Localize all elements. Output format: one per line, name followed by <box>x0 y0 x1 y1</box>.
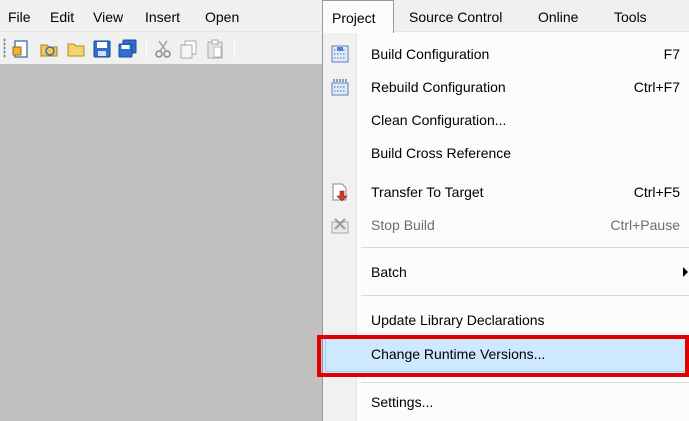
menu-item-label: Rebuild Configuration <box>371 79 506 95</box>
menu-item-label: Batch <box>371 264 407 280</box>
menu-item-change-runtime-versions[interactable]: Change Runtime Versions... <box>323 337 689 373</box>
menu-separator <box>361 295 689 296</box>
cut-icon[interactable] <box>153 39 173 59</box>
new-icon[interactable] <box>11 39 31 59</box>
menu-item-rebuild-configuration[interactable]: Rebuild Configuration Ctrl+F7 <box>323 71 689 104</box>
copy-icon[interactable] <box>179 39 199 59</box>
transfer-icon <box>332 183 348 201</box>
menu-edit[interactable]: Edit <box>50 0 74 32</box>
menu-file[interactable]: File <box>8 0 31 32</box>
menu-tools[interactable]: Tools <box>614 0 647 32</box>
menu-source-control[interactable]: Source Control <box>409 0 502 32</box>
open-folder-icon[interactable] <box>39 39 59 59</box>
paste-icon[interactable] <box>205 39 225 59</box>
toolbar-grip[interactable] <box>3 38 6 58</box>
save-all-icon[interactable] <box>118 39 138 59</box>
menu-insert[interactable]: Insert <box>145 0 180 32</box>
menu-open[interactable]: Open <box>205 0 239 32</box>
menu-item-stop-build[interactable]: Stop Build Ctrl+Pause <box>323 209 689 242</box>
submenu-arrow-icon <box>683 267 688 277</box>
menu-item-shortcut: Ctrl+Pause <box>610 217 680 233</box>
menu-item-label: Build Configuration <box>371 46 490 62</box>
menu-item-build-configuration[interactable]: Build Configuration F7 <box>323 38 689 71</box>
menu-item-shortcut: F7 <box>663 46 680 62</box>
menu-item-shortcut: Ctrl+F7 <box>633 79 680 95</box>
toolbar-separator <box>234 39 235 59</box>
rebuild-icon <box>331 79 349 96</box>
build-icon <box>331 45 349 63</box>
project-menu-dropdown: Build Configuration F7 Rebuild Configura… <box>322 32 689 421</box>
menu-item-settings[interactable]: Settings... <box>323 386 689 419</box>
menu-item-label: Build Cross Reference <box>371 145 512 161</box>
menu-item-label: Change Runtime Versions... <box>371 346 546 362</box>
menu-bar: File Edit View Insert Open Project Sourc… <box>0 0 689 33</box>
menu-item-batch[interactable]: Batch <box>323 256 689 289</box>
menu-item-label: Clean Configuration... <box>371 112 507 128</box>
menu-item-transfer-to-target[interactable]: Transfer To Target Ctrl+F5 <box>323 176 689 209</box>
menu-project[interactable]: Project <box>322 0 394 33</box>
menu-online[interactable]: Online <box>538 0 578 32</box>
menu-item-label: Stop Build <box>371 217 435 233</box>
menu-separator <box>361 382 689 383</box>
toolbar-separator <box>146 39 147 59</box>
menu-separator <box>361 247 689 248</box>
menu-item-label: Update Library Declarations <box>371 312 545 328</box>
menu-item-clean-configuration[interactable]: Clean Configuration... <box>323 104 689 137</box>
stop-build-icon <box>331 218 349 234</box>
menu-item-build-cross-reference[interactable]: Build Cross Reference <box>323 137 689 170</box>
menu-item-label: Settings... <box>371 394 434 410</box>
folder-icon[interactable] <box>66 39 86 59</box>
menu-item-shortcut: Ctrl+F5 <box>633 184 680 200</box>
menu-item-label: Transfer To Target <box>371 184 484 200</box>
menu-view[interactable]: View <box>93 0 123 32</box>
menu-item-update-library-declarations[interactable]: Update Library Declarations <box>323 304 689 337</box>
save-icon[interactable] <box>92 39 112 59</box>
